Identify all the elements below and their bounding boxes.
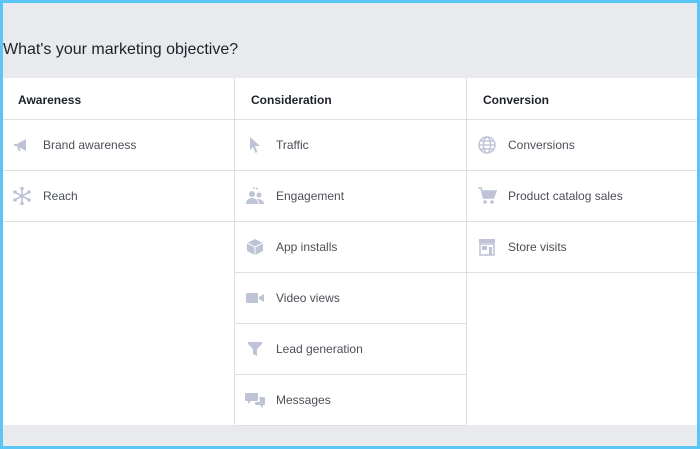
reach-icon: [12, 186, 32, 206]
column-header-conversion: Conversion: [467, 78, 697, 120]
objective-brand-awareness[interactable]: Brand awareness: [3, 120, 234, 171]
objective-conversions[interactable]: Conversions: [467, 120, 697, 171]
column-awareness: Awareness Brand awareness Reach: [3, 78, 235, 425]
storefront-icon: [477, 237, 497, 257]
objective-label: Traffic: [276, 138, 309, 152]
objective-product-catalog-sales[interactable]: Product catalog sales: [467, 171, 697, 222]
column-header-consideration: Consideration: [235, 78, 466, 120]
chat-bubbles-icon: [245, 390, 265, 410]
column-header-awareness: Awareness: [3, 78, 234, 120]
funnel-icon: [245, 339, 265, 359]
column-conversion: Conversion Conversions Product catalog s…: [467, 78, 697, 425]
objective-label: Conversions: [508, 138, 575, 152]
objective-label: Brand awareness: [43, 138, 137, 152]
people-icon: [245, 186, 265, 206]
objective-engagement[interactable]: Engagement: [235, 171, 466, 222]
objective-label: App installs: [276, 240, 338, 254]
objective-label: Lead generation: [276, 342, 363, 356]
objective-label: Reach: [43, 189, 78, 203]
objective-lead-generation[interactable]: Lead generation: [235, 324, 466, 375]
objective-reach[interactable]: Reach: [3, 171, 234, 222]
objective-label: Engagement: [276, 189, 345, 203]
objective-label: Video views: [276, 291, 340, 305]
objective-label: Store visits: [508, 240, 567, 254]
objective-messages[interactable]: Messages: [235, 375, 466, 426]
column-consideration: Consideration Traffic Engagement App ins…: [235, 78, 467, 426]
objective-traffic[interactable]: Traffic: [235, 120, 466, 171]
page-title: What's your marketing objective?: [3, 41, 239, 58]
objective-grid: Awareness Brand awareness Reach Consider…: [3, 78, 697, 426]
box-icon: [245, 237, 265, 257]
megaphone-icon: [12, 135, 32, 155]
objective-video-views[interactable]: Video views: [235, 273, 466, 324]
cursor-icon: [245, 135, 265, 155]
objective-app-installs[interactable]: App installs: [235, 222, 466, 273]
objective-label: Messages: [276, 393, 331, 407]
objective-label: Product catalog sales: [508, 189, 623, 203]
video-camera-icon: [245, 288, 265, 308]
objective-store-visits[interactable]: Store visits: [467, 222, 697, 273]
globe-icon: [477, 135, 497, 155]
shopping-cart-icon: [477, 186, 497, 206]
